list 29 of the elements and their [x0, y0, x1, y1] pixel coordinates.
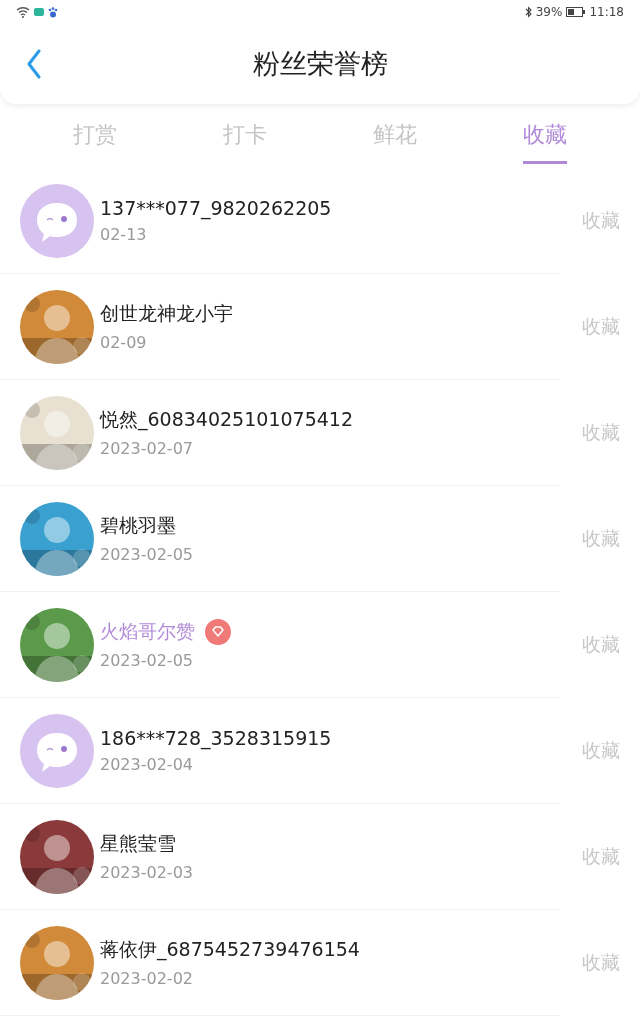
bluetooth-icon: [524, 6, 532, 18]
wifi-icon: [16, 6, 30, 18]
date-text: 2023-02-07: [100, 439, 194, 458]
date-text: 2023-02-05: [100, 545, 194, 564]
tab[interactable]: 打赏: [73, 104, 117, 164]
date-text: 2023-02-04: [100, 755, 194, 774]
clock-time: 11:18: [589, 5, 624, 19]
fan-name: 创世龙神龙小宇: [100, 301, 233, 326]
diamond-badge-icon: [205, 619, 231, 645]
fan-name: 碧桃羽墨: [100, 513, 176, 538]
paw-icon: [48, 6, 58, 18]
fan-name: 186***728_3528315915: [100, 727, 332, 749]
date-text: 2023-02-05: [100, 651, 194, 670]
fan-name: 星熊莹雪: [100, 831, 176, 856]
fan-name: 蒋依伊_6875452739476154: [100, 937, 360, 963]
page-title: 粉丝荣誉榜: [252, 47, 388, 81]
date-text: 2023-02-02: [100, 969, 194, 988]
fan-name: 悦然_60834025101075412: [100, 407, 353, 433]
app-notification-icon: [34, 8, 44, 16]
date-text: 02-09: [100, 333, 148, 352]
battery-icon: [566, 7, 586, 17]
tab[interactable]: 鲜花: [373, 104, 417, 164]
date-text: 2023-02-03: [100, 863, 194, 882]
tab[interactable]: 收藏: [523, 104, 567, 164]
tab[interactable]: 打卡: [223, 104, 267, 164]
fan-name: 火焰哥尔赞: [100, 619, 195, 644]
battery-percentage: 39%: [535, 5, 563, 19]
fan-name: 137***077_9820262205: [100, 197, 332, 219]
date-text: 02-13: [100, 225, 148, 244]
